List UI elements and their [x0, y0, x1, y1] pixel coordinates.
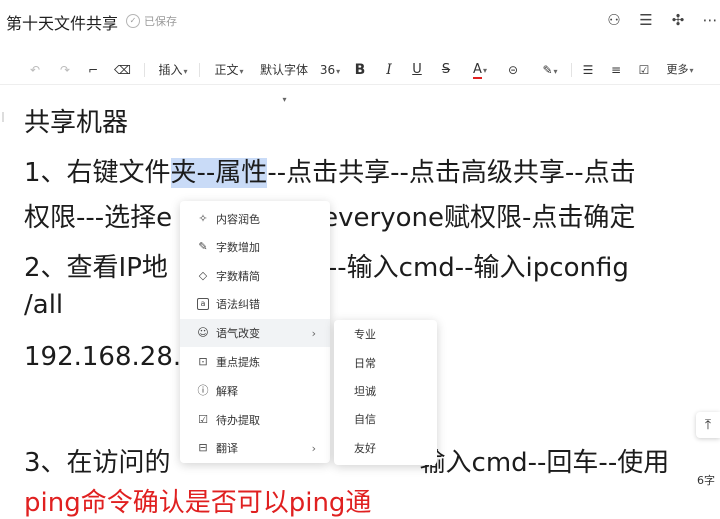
undo-icon[interactable]: ↶ [27, 56, 43, 84]
chevron-right-icon: › [311, 326, 316, 340]
back-to-top-button[interactable]: ⤒ [696, 412, 720, 438]
checkbox-icon: ☑ [198, 413, 208, 426]
link-icon[interactable]: ⊝ [504, 56, 522, 84]
formatting-toolbar: ↶ ↷ ⌐ ⌫ 插入▾ 正文▾ 默认字体▾ 36▾ B I U S A▾ ⊝ ✎… [0, 56, 720, 104]
paragraph-style-label: 正文 [214, 63, 239, 77]
doc-line-text: 3、在访问的 [24, 448, 171, 478]
doc-line-text: 输入cmd--回车--使用 [419, 448, 670, 478]
bookmark-icon: ⊡ [198, 355, 208, 368]
sparkle-icon: ✧ [198, 212, 208, 225]
menu-item-shorten[interactable]: ◇ 字数精简 [180, 262, 330, 290]
doc-line-red[interactable]: ping命令确认是否可以ping通 [24, 482, 371, 519]
redo-icon[interactable]: ↷ [57, 56, 73, 84]
doc-line-text: 给everyone赋权限-点击确定 [296, 203, 636, 233]
menu-item-label: 重点提炼 [216, 356, 260, 369]
saved-status-label: 已保存 [144, 15, 177, 28]
word-count: 6字 [697, 474, 715, 487]
menu-item-highlight[interactable]: ⊡ 重点提炼 [180, 348, 330, 376]
submenu-item-candid[interactable]: 坦诚 [334, 378, 437, 406]
selected-text: 夹--属性 [170, 158, 268, 188]
numbered-list-icon[interactable]: ≡ [608, 56, 624, 84]
menu-item-polish[interactable]: ✧ 内容润色 [180, 205, 330, 233]
font-family-label: 默认字体 [259, 63, 308, 77]
italic-icon[interactable]: I [381, 56, 397, 84]
clear-format-icon[interactable]: ⌫ [114, 56, 131, 84]
submenu-item-casual[interactable]: 日常 [334, 350, 437, 378]
outline-search-icon[interactable]: ☰ [636, 10, 656, 30]
doc-line-text: 2、查看IP地 [24, 253, 168, 283]
menu-item-tone[interactable]: ☺ 语气改变 › [180, 319, 330, 347]
chevron-right-icon: › [311, 441, 316, 455]
arrow-up-icon: ⤒ [704, 417, 712, 433]
paragraph-style-select[interactable]: 正文▾ [212, 56, 246, 84]
submenu-item-professional[interactable]: 专业 [334, 321, 437, 349]
menu-item-label: 字数精简 [216, 270, 260, 283]
insert-label: 插入 [158, 63, 183, 77]
task-list-icon[interactable]: ☑ [636, 56, 652, 84]
share-user-icon[interactable]: ⚇ [604, 10, 624, 30]
bold-icon[interactable]: B [352, 56, 368, 84]
font-size-select[interactable]: 36▾ [318, 56, 342, 84]
format-painter-icon[interactable]: ⌐ [85, 56, 101, 84]
doc-line-text: 行--输入cmd--输入ipconfig [301, 253, 629, 283]
menu-item-explain[interactable]: ⓘ 解释 [180, 377, 330, 405]
ai-context-menu: ✧ 内容润色 ✎ 字数增加 ◇ 字数精简 a 语法纠错 ☺ 语气改变 › ⊡ 重点提炼 ⓘ 解释… [180, 201, 330, 463]
tone-submenu: 专业 日常 坦诚 自信 友好 [334, 320, 437, 465]
title-bar: 第十天文件共享 ✓ 已保存 ⚇ ☰ ✣ ⋯ [0, 0, 720, 44]
menu-item-label: 语法纠错 [216, 298, 260, 311]
pen-icon: ✎ [198, 240, 208, 253]
eraser-icon: ◇ [198, 269, 208, 282]
doc-line[interactable]: /all [24, 290, 63, 320]
translate-icon: ⊟ [198, 441, 208, 454]
doc-line-text: 权限---选择e [24, 203, 173, 233]
menu-item-grammar[interactable]: a 语法纠错 [180, 290, 330, 318]
smile-icon: ☺ [197, 326, 209, 339]
grammar-icon: a [197, 298, 209, 310]
menu-item-translate[interactable]: ⊟ 翻译 › [180, 434, 330, 462]
menu-item-todo[interactable]: ☑ 待办提取 [180, 406, 330, 434]
more-label: 更多 [666, 63, 689, 76]
font-color-icon[interactable]: A▾ [471, 56, 489, 84]
more-button[interactable]: 更多▾ [665, 56, 695, 84]
document-title[interactable]: 第十天文件共享 [6, 10, 118, 34]
menu-item-label: 内容润色 [216, 213, 260, 226]
collaborate-icon[interactable]: ✣ [668, 10, 688, 30]
menu-item-label: 字数增加 [216, 241, 260, 254]
strikethrough-icon[interactable]: S [438, 56, 454, 84]
menu-item-label: 翻译 [216, 442, 238, 455]
bullet-list-icon[interactable]: ☰ [580, 56, 596, 84]
menu-item-label: 解释 [216, 385, 238, 398]
highlight-icon[interactable]: ✎▾ [538, 56, 562, 84]
info-icon: ⓘ [197, 384, 209, 397]
doc-line[interactable]: 192.168.28. [24, 342, 181, 372]
menu-item-expand[interactable]: ✎ 字数增加 [180, 233, 330, 261]
saved-status: ✓ 已保存 [126, 13, 177, 29]
font-size-label: 36 [319, 63, 336, 77]
underline-icon[interactable]: U [409, 56, 425, 84]
menu-item-label: 语气改变 [216, 327, 260, 340]
font-family-select[interactable]: 默认字体▾ [258, 56, 310, 104]
doc-heading[interactable]: 共享机器 [24, 102, 128, 139]
saved-check-icon: ✓ [126, 14, 140, 28]
submenu-item-friendly[interactable]: 友好 [334, 435, 437, 463]
doc-line-text: 1、右键文件 [24, 158, 171, 188]
more-icon[interactable]: ⋯ [700, 10, 720, 30]
submenu-item-confident[interactable]: 自信 [334, 406, 437, 434]
menu-item-label: 待办提取 [216, 414, 260, 427]
insert-button[interactable]: 插入▾ [156, 56, 190, 84]
doc-line[interactable]: 1、右键文件夹--属性--点击共享--点击高级共享--点击 [24, 152, 636, 189]
doc-line-text: --点击共享--点击高级共享--点击 [267, 158, 636, 188]
